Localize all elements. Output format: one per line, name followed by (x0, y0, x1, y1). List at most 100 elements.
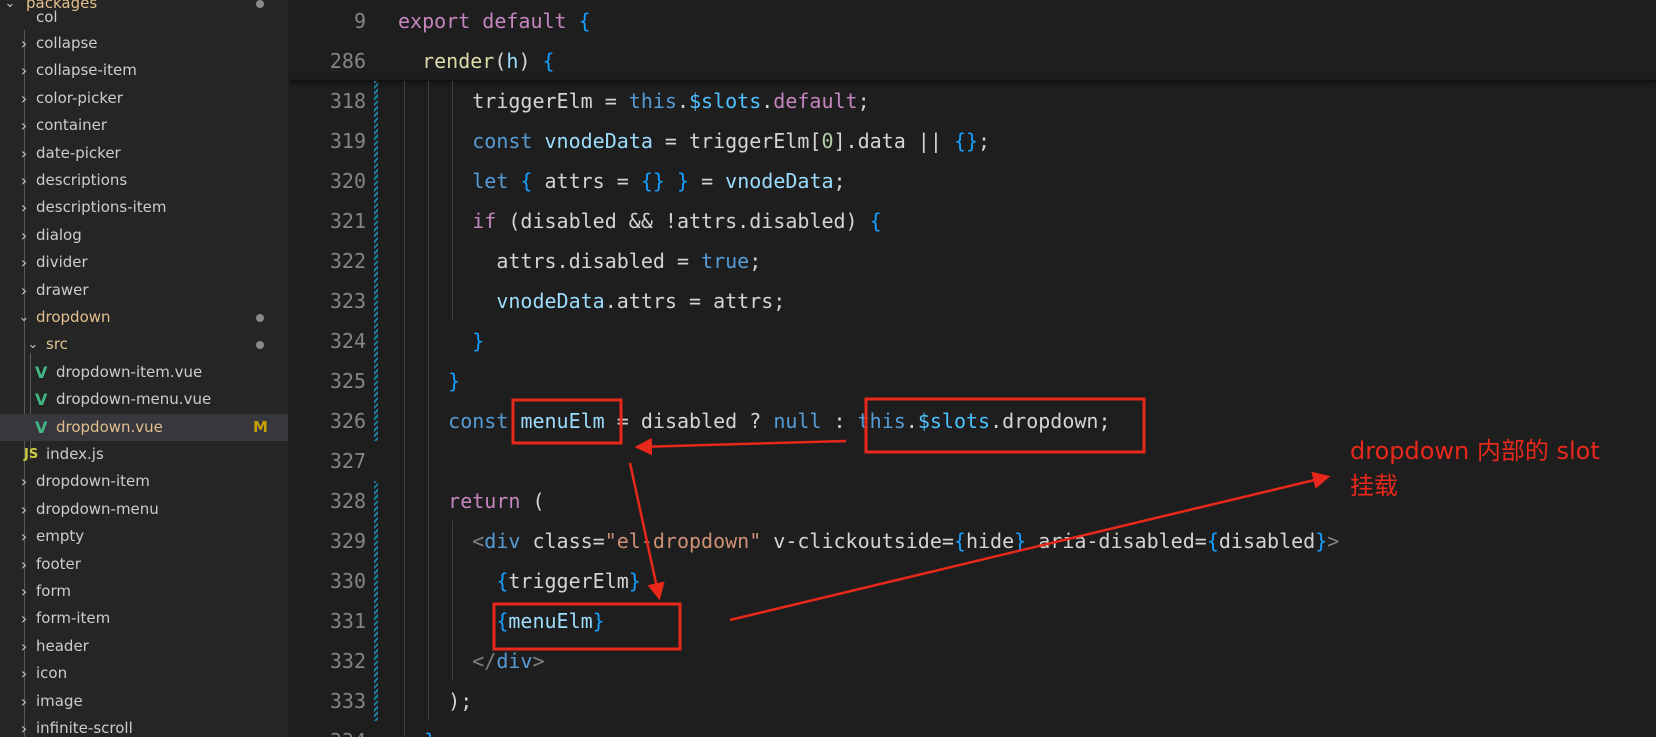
tree-item-dropdown-item[interactable]: › dropdown-item (0, 468, 288, 495)
chevron-right-icon: › (20, 253, 28, 273)
code-line[interactable]: 323 vnodeData.attrs = attrs; (290, 281, 1656, 321)
code-editor[interactable]: 9 export default {286 render(h) { 318 tri… (290, 0, 1656, 737)
chevron-right-icon: › (20, 143, 28, 163)
tree-label: container (36, 116, 108, 135)
indent-guide (404, 81, 405, 737)
indent-guide (428, 81, 429, 721)
tree-item-form-item[interactable]: › form-item (0, 605, 288, 632)
git-change-gutter (374, 121, 378, 161)
chevron-right-icon: › (20, 34, 28, 53)
tree-item-container[interactable]: › container (0, 112, 288, 139)
code-line[interactable]: 319 const vnodeData = triggerElm[0].data… (290, 121, 1656, 161)
code-text: attrs.disabled = true; (400, 249, 762, 273)
tree-item-drawer[interactable]: › drawer (0, 277, 288, 304)
line-number: 325 (329, 369, 366, 393)
chevron-right-icon: › (20, 554, 28, 574)
chevron-right-icon: › (20, 719, 28, 737)
tree-label: col (36, 8, 58, 26)
tree-item-descriptions-item[interactable]: › descriptions-item (0, 194, 288, 221)
file-explorer: ⌄ packages col › collapse › collapse-item › colo… (0, 0, 288, 737)
code-text: render(h) { (422, 49, 555, 73)
tree-label: icon (36, 664, 68, 683)
tree-item-dialog[interactable]: › dialog (0, 222, 288, 249)
tree-item-icon[interactable]: › icon (0, 660, 288, 687)
code-text: vnodeData.attrs = attrs; (496, 289, 786, 313)
sticky-scroll-line[interactable]: 286 render(h) { (290, 41, 1656, 81)
chevron-right-icon: › (20, 691, 28, 711)
tree-folder-partial[interactable]: col (0, 4, 288, 31)
tree-item-header[interactable]: › header (0, 633, 288, 660)
tree-label: dropdown-menu (36, 499, 159, 518)
chevron-right-icon: › (20, 61, 28, 81)
line-number: 334 (290, 721, 366, 737)
line-number: 322 (329, 249, 366, 273)
sticky-scroll-line[interactable]: 9 export default { (290, 1, 1656, 41)
tree-item-empty[interactable]: › empty (0, 523, 288, 550)
tree-item-image[interactable]: › image (0, 688, 288, 715)
code-line[interactable]: 330 {triggerElm} (290, 561, 1656, 601)
git-change-gutter (374, 361, 378, 401)
tree-label: src (46, 335, 68, 354)
chevron-right-icon: › (20, 198, 28, 218)
tree-item-footer[interactable]: › footer (0, 551, 288, 578)
code-line[interactable]: 333 ); (290, 681, 1656, 721)
tree-item-dropdown-menu[interactable]: › dropdown-menu (0, 496, 288, 523)
code-line[interactable]: 324 } (290, 321, 1656, 361)
tree-item-color-picker[interactable]: › color-picker (0, 85, 288, 112)
tree-item-dropdown[interactable]: ⌄ dropdown (0, 304, 288, 331)
chevron-right-icon: › (20, 636, 28, 656)
tree-item-dropdown-menu-vue[interactable]: Vdropdown-menu.vue (0, 386, 288, 413)
vue-file-icon: V (35, 417, 48, 437)
line-number: 9 (353, 9, 366, 33)
git-change-gutter (374, 521, 378, 561)
line-number: 324 (329, 329, 366, 353)
code-text: {menuElm} (496, 609, 605, 633)
indent-guide (452, 81, 453, 321)
code-line[interactable]: 322 attrs.disabled = true; (290, 241, 1656, 281)
code-line[interactable]: 318 triggerElm = this.$slots.default; (290, 81, 1656, 121)
tree-label: date-picker (36, 143, 121, 162)
tree-item-infinite-scroll[interactable]: › infinite-scroll (0, 715, 288, 737)
code-line[interactable]: 332 </div> (290, 641, 1656, 681)
tree-item-src[interactable]: ⌄ src (0, 331, 288, 358)
code-line[interactable]: 331 {menuElm} (290, 601, 1656, 641)
tree-label: footer (36, 554, 81, 573)
tree-label: color-picker (36, 88, 123, 107)
chevron-right-icon: › (20, 116, 28, 136)
chevron-right-icon: › (20, 280, 28, 300)
git-change-gutter (374, 681, 378, 721)
git-change-gutter (374, 161, 378, 201)
tree-label: form-item (36, 609, 111, 628)
code-line[interactable]: 328 return ( (290, 481, 1656, 521)
tree-label: dropdown-item.vue (56, 362, 203, 381)
tree-item-date-picker[interactable]: › date-picker (0, 140, 288, 167)
tree-item-divider[interactable]: › divider (0, 249, 288, 276)
code-line[interactable]: 329 <div class="el-dropdown" v-clickouts… (290, 521, 1656, 561)
tree-item-descriptions[interactable]: › descriptions (0, 167, 288, 194)
vue-file-icon: V (35, 362, 48, 382)
tree-label: empty (36, 527, 85, 546)
git-change-gutter (374, 641, 378, 681)
tree-label: form (36, 582, 71, 600)
chevron-right-icon: › (20, 225, 28, 245)
chevron-right-icon: › (20, 499, 28, 519)
tree-item-index-js[interactable]: JS index.js (0, 441, 288, 468)
code-text: </div> (472, 649, 545, 673)
tree-item-collapse-item[interactable]: › collapse-item (0, 57, 288, 84)
line-number: 331 (329, 609, 366, 633)
tree-item-dropdown-item-vue[interactable]: Vdropdown-item.vue (0, 359, 288, 386)
tree-item-dropdown-vue[interactable]: Vdropdown.vue M (0, 413, 288, 441)
tree-item-collapse[interactable]: › collapse (0, 30, 288, 57)
code-line[interactable]: 325 } (290, 361, 1656, 401)
line-number: 318 (329, 89, 366, 113)
code-text: triggerElm = this.$slots.default; (400, 89, 870, 113)
code-line[interactable]: 334 } (290, 721, 1656, 737)
tree-label: dialog (36, 225, 82, 244)
code-line[interactable]: 321 if (disabled && !attrs.disabled) { (290, 201, 1656, 241)
tree-item-form[interactable]: › form (0, 578, 288, 605)
code-line[interactable]: 320 let { attrs = {} } = vnodeData; (290, 161, 1656, 201)
modified-dot-icon (256, 314, 264, 322)
line-number: 333 (329, 689, 366, 713)
chevron-right-icon: › (20, 472, 28, 492)
git-change-gutter (374, 481, 378, 521)
